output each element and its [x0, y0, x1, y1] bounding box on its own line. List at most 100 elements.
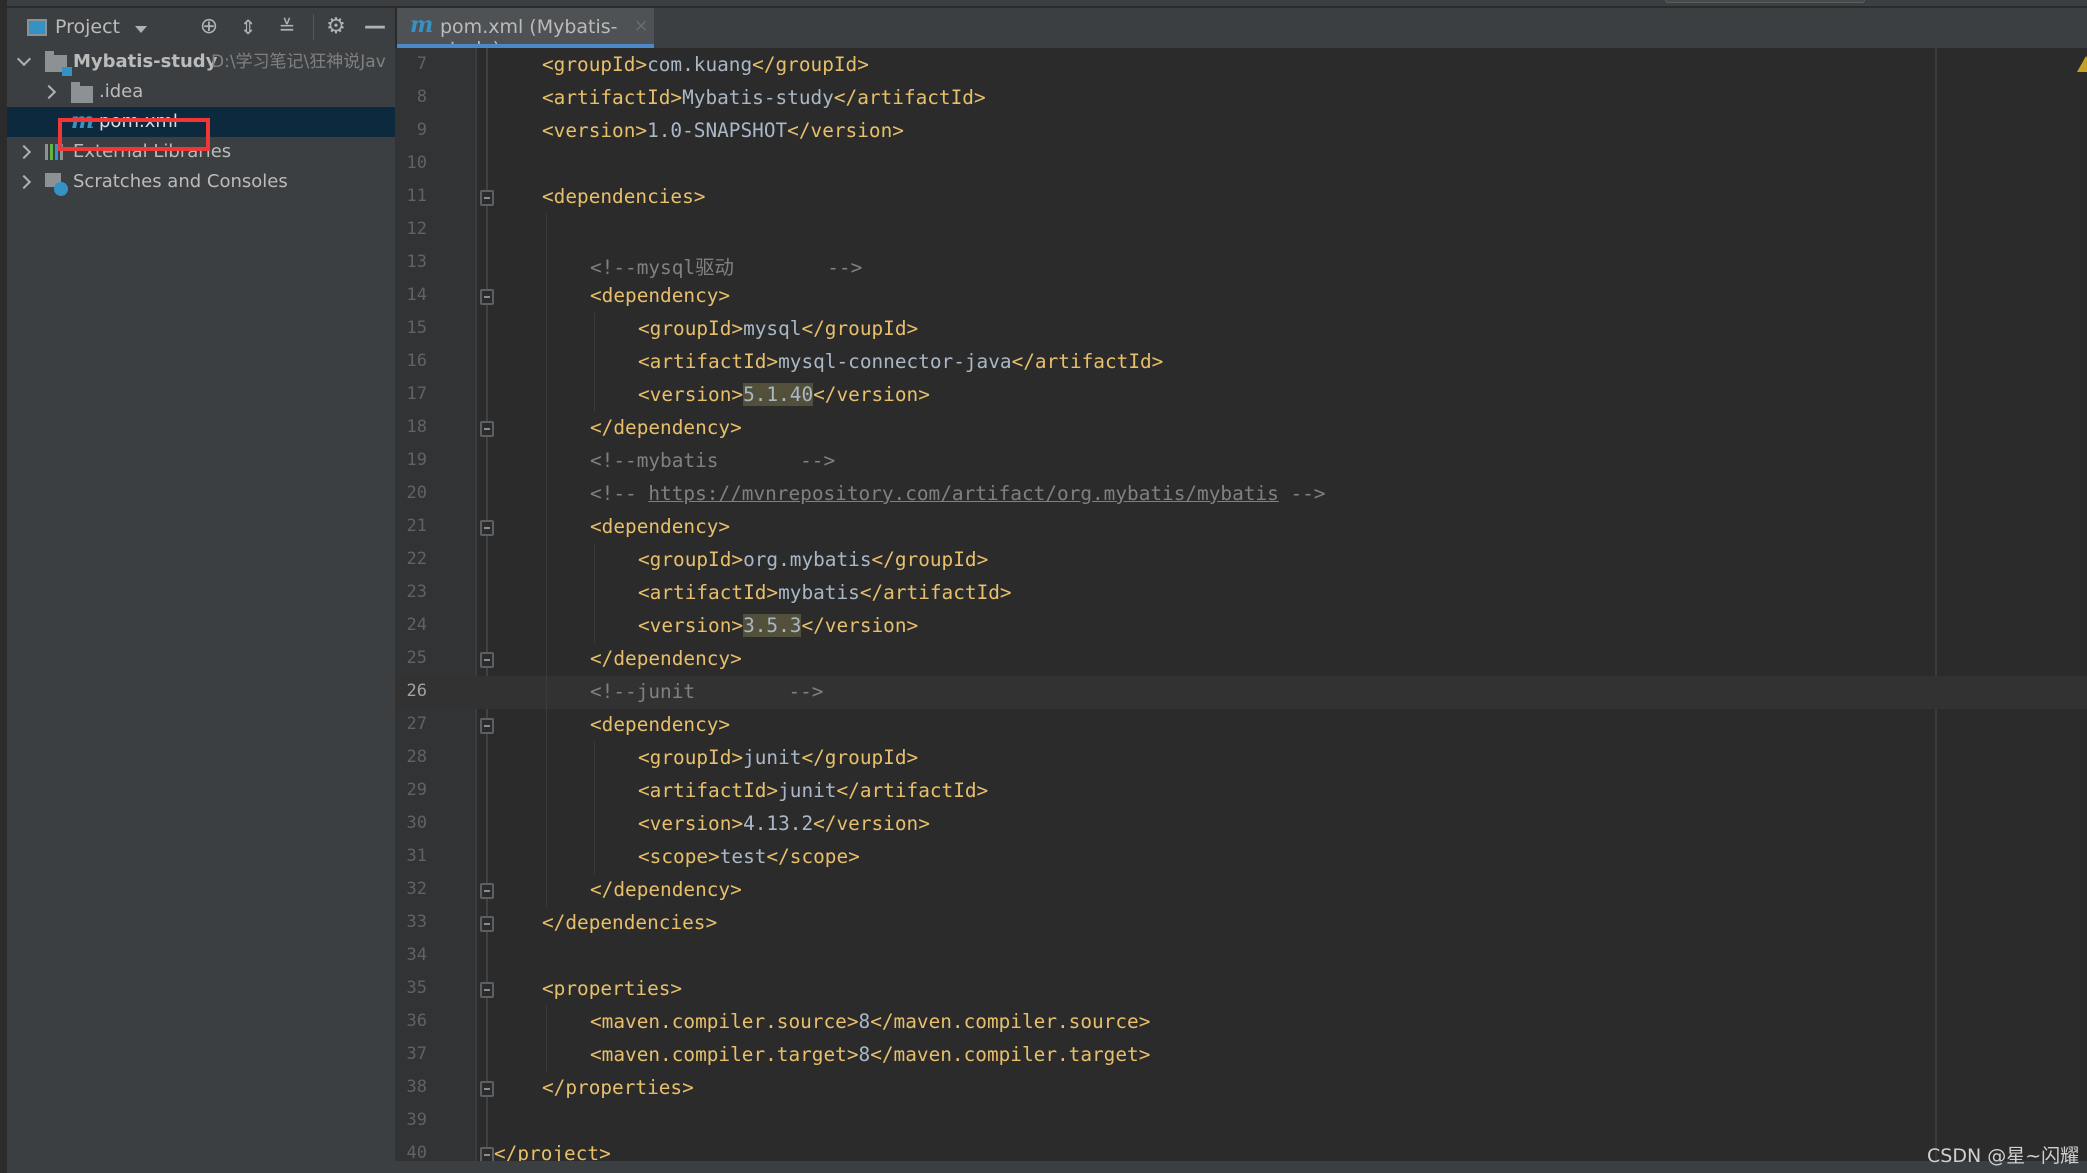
- settings-icon[interactable]: ⚙: [323, 14, 349, 40]
- tab-pom-xml[interactable]: m pom.xml (Mybatis-study) ×: [397, 8, 654, 60]
- fold-icon[interactable]: [480, 652, 494, 668]
- code-line[interactable]: 20 <!-- https://mvnrepository.com/artifac…: [395, 478, 2087, 511]
- xml-tag: <groupId>: [638, 317, 744, 340]
- code-editor[interactable]: 7 <groupId>com.kuang</groupId> 8 <artifactI…: [395, 48, 2087, 1165]
- code-line[interactable]: 17 <version>5.1.40</version>: [395, 379, 2087, 412]
- code-line[interactable]: 25 </dependency>: [395, 643, 2087, 676]
- code-line[interactable]: 26 <!--junit -->: [395, 676, 2087, 709]
- code-line[interactable]: 39: [395, 1105, 2087, 1138]
- chevron-down-icon[interactable]: [16, 51, 32, 67]
- xml-tag: </dependency>: [590, 416, 742, 439]
- fold-icon[interactable]: [480, 520, 494, 536]
- expand-all-icon[interactable]: ⇕: [235, 14, 261, 40]
- code-text: <version>3.5.3</version>: [638, 614, 918, 637]
- fold-icon[interactable]: [480, 982, 494, 998]
- line-number: 20: [406, 483, 427, 503]
- tree-item-scratches[interactable]: Scratches and Consoles: [7, 167, 395, 197]
- fold-icon[interactable]: [480, 883, 494, 899]
- xml-comment: <!--mysql驱动 -->: [590, 256, 863, 279]
- code-text: <!-- https://mvnrepository.com/artifact/…: [590, 482, 1325, 505]
- line-number: 16: [406, 351, 427, 371]
- code-line[interactable]: 7 <groupId>com.kuang</groupId>: [395, 49, 2087, 82]
- xml-tag: <scope>: [638, 845, 720, 868]
- code-line[interactable]: 32 </dependency>: [395, 874, 2087, 907]
- fold-icon[interactable]: [480, 289, 494, 305]
- xml-text: junit: [743, 746, 802, 769]
- code-line[interactable]: 21 <dependency>: [395, 511, 2087, 544]
- code-line[interactable]: 33 </dependencies>: [395, 907, 2087, 940]
- indent-guide: [594, 742, 595, 874]
- fold-icon[interactable]: [480, 718, 494, 734]
- code-line[interactable]: 10: [395, 148, 2087, 181]
- folder-icon: [71, 82, 93, 103]
- locate-icon[interactable]: ⊕: [196, 14, 222, 40]
- xml-comment: <!--mybatis -->: [590, 449, 836, 472]
- code-text: <dependency>: [590, 515, 730, 538]
- line-number: 22: [406, 549, 427, 569]
- fold-icon[interactable]: [480, 190, 494, 206]
- code-text: <!--mysql驱动 -->: [590, 251, 862, 280]
- hide-icon[interactable]: —: [362, 14, 388, 40]
- xml-tag: <artifactId>: [638, 779, 779, 802]
- code-line[interactable]: 31 <scope>test</scope>: [395, 841, 2087, 874]
- code-text: <artifactId>Mybatis-study</artifactId>: [542, 86, 986, 109]
- line-number: 35: [406, 978, 427, 998]
- code-text: <maven.compiler.source>8</maven.compiler…: [590, 1010, 1150, 1033]
- tree-item-project-root[interactable]: Mybatis-study D:\学习笔记\狂神说Jav: [7, 47, 395, 77]
- project-view-selector[interactable]: Project: [55, 16, 120, 38]
- fold-icon[interactable]: [480, 1081, 494, 1097]
- tree-item-idea[interactable]: .idea: [7, 77, 395, 107]
- code-line[interactable]: 16 <artifactId>mysql-connector-java</arti…: [395, 346, 2087, 379]
- code-line[interactable]: 13 <!--mysql驱动 -->: [395, 247, 2087, 280]
- maven-icon: m: [410, 12, 434, 38]
- code-line[interactable]: 8 <artifactId>Mybatis-study</artifactId>: [395, 82, 2087, 115]
- indent-guide: [594, 544, 595, 643]
- code-line[interactable]: 35 <properties>: [395, 973, 2087, 1006]
- code-line[interactable]: 28 <groupId>junit</groupId>: [395, 742, 2087, 775]
- xml-tag: </version>: [813, 812, 930, 835]
- line-number: 25: [406, 648, 427, 668]
- xml-tag: <version>: [638, 812, 744, 835]
- xml-tag: <dependencies>: [542, 185, 706, 208]
- close-icon[interactable]: ×: [634, 16, 648, 36]
- code-line[interactable]: 15 <groupId>mysql</groupId>: [395, 313, 2087, 346]
- code-line[interactable]: 27 <dependency>: [395, 709, 2087, 742]
- code-line[interactable]: 24 <version>3.5.3</version>: [395, 610, 2087, 643]
- xml-text: 1.0-SNAPSHOT: [647, 119, 788, 142]
- code-line[interactable]: 37 <maven.compiler.target>8</maven.compil…: [395, 1039, 2087, 1072]
- line-number: 8: [416, 87, 427, 107]
- code-line[interactable]: 11 <dependencies>: [395, 181, 2087, 214]
- code-text: <dependencies>: [542, 185, 705, 208]
- code-line[interactable]: 36 <maven.compiler.source>8</maven.compil…: [395, 1006, 2087, 1039]
- code-line[interactable]: 22 <groupId>org.mybatis</groupId>: [395, 544, 2087, 577]
- line-number: 28: [406, 747, 427, 767]
- tree-item-label: Mybatis-study: [73, 51, 218, 72]
- comment-link[interactable]: https://mvnrepository.com/artifact/org.m…: [648, 482, 1278, 505]
- collapse-all-icon[interactable]: ≚: [274, 14, 300, 40]
- code-line[interactable]: 34: [395, 940, 2087, 973]
- code-line[interactable]: 38 </properties>: [395, 1072, 2087, 1105]
- code-line[interactable]: 12: [395, 214, 2087, 247]
- code-line[interactable]: 29 <artifactId>junit</artifactId>: [395, 775, 2087, 808]
- chevron-right-icon[interactable]: [16, 144, 32, 160]
- code-line[interactable]: 18 </dependency>: [395, 412, 2087, 445]
- chevron-down-icon[interactable]: [135, 26, 147, 33]
- fold-icon[interactable]: [480, 916, 494, 932]
- code-line[interactable]: 23 <artifactId>mybatis</artifactId>: [395, 577, 2087, 610]
- xml-tag: </maven.compiler.target>: [870, 1043, 1151, 1066]
- indent-guide: [594, 313, 595, 412]
- tree-item-label: .idea: [99, 81, 144, 102]
- code-text: </dependency>: [590, 416, 742, 439]
- top-scroll-pill[interactable]: [1665, 0, 1865, 3]
- xml-text: org.mybatis: [743, 548, 872, 571]
- code-line[interactable]: 19 <!--mybatis -->: [395, 445, 2087, 478]
- xml-text: com.kuang: [647, 53, 753, 76]
- chevron-right-icon[interactable]: [16, 174, 32, 190]
- chevron-right-icon[interactable]: [41, 84, 57, 100]
- code-line[interactable]: 14 <dependency>: [395, 280, 2087, 313]
- code-text: <artifactId>junit</artifactId>: [638, 779, 988, 802]
- project-view-icon: [27, 19, 47, 36]
- code-line[interactable]: 9 <version>1.0-SNAPSHOT</version>: [395, 115, 2087, 148]
- fold-icon[interactable]: [480, 421, 494, 437]
- code-line[interactable]: 30 <version>4.13.2</version>: [395, 808, 2087, 841]
